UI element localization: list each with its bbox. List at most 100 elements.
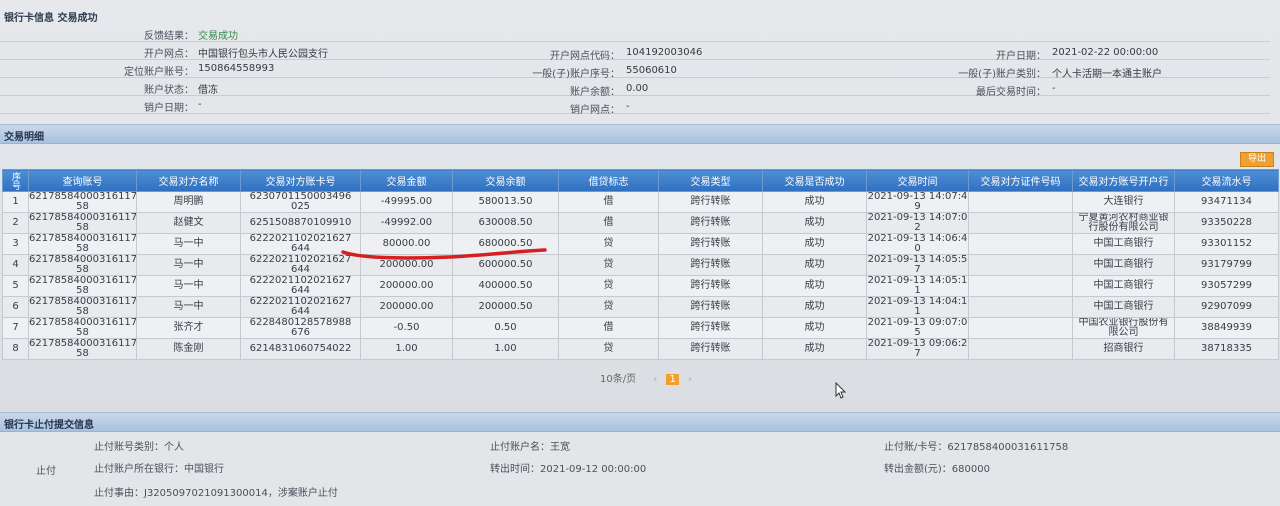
column-header: 查询账号 [28,169,137,192]
table-cell: 6228480128578988 676 [240,317,361,339]
table-cell: 2021-09-13 14:07:4 9 [866,191,969,213]
table-cell: 6230701150003496 025 [240,191,361,213]
table-cell: 成功 [762,233,867,255]
column-header: 交易对方证件号码 [968,169,1073,192]
table-cell: -49992.00 [360,212,453,234]
table-cell: 宁夏黄河农村商业银 行股份有限公司 [1072,212,1175,234]
stop-bank: 止付账户所在银行：中国银行 [94,464,224,475]
column-header: 序号 [2,169,29,192]
close-date-label: 销户日期： [144,103,194,114]
table-cell: 大连银行 [1072,191,1175,213]
stop-side-label: 止付 [36,466,56,477]
page-1-button[interactable]: 1 [666,374,679,385]
table-cell: 92907099 [1174,296,1279,318]
table-row[interactable]: 5 62178584000316117 58 马一中 6222021102021627… [2,275,1279,297]
stop-section-header: 银行卡止付提交信息 [0,412,1280,432]
table-row[interactable]: 6 62178584000316117 58 马一中 6222021102021627… [2,296,1279,318]
table-cell: 2021-09-13 14:05:5 7 [866,254,969,276]
table-cell: 贷 [558,233,659,255]
table-row[interactable]: 8 62178584000316117 58 陈金刚 6214831060754022… [2,338,1279,360]
table-cell: 中国工商银行 [1072,275,1175,297]
stop-section-title: 银行卡止付提交信息 [4,420,94,431]
feedback-label: 反馈结果： [144,31,194,42]
table-cell: 成功 [762,191,867,213]
account-label: 定位账户账号： [124,67,194,78]
page-size-select[interactable]: 10条/页 [600,374,636,385]
column-header: 交易是否成功 [762,169,867,192]
table-cell: 6251508870109910 [240,212,361,234]
page: 银行卡信息 交易成功 反馈结果： 交易成功 开户网点： 中国银行包头市人民公园支… [0,0,1280,506]
table-cell: 跨行转账 [658,317,763,339]
table-row[interactable]: 7 62178584000316117 58 张齐才 6228480128578988… [2,317,1279,339]
table-cell: 8 [2,338,29,360]
next-page-button[interactable]: › [688,374,692,385]
close-branch-value: - [626,101,630,112]
stop-reason: 止付事由：J3205097021091300014，涉案账户止付 [94,488,338,499]
table-cell: 跨行转账 [658,191,763,213]
branch-value: 中国银行包头市人民公园支行 [198,49,328,60]
table-cell: 6222021102021627 644 [240,296,361,318]
prev-page-button[interactable]: ‹ [653,374,657,385]
table-cell: 93471134 [1174,191,1279,213]
table-cell: 中国工商银行 [1072,254,1175,276]
table-cell: -0.50 [360,317,453,339]
table-cell: 赵健文 [136,212,241,234]
table-cell: 2021-09-13 14:05:1 1 [866,275,969,297]
detail-section-title: 交易明细 [4,132,44,143]
table-cell: 62178584000316117 58 [28,233,137,255]
table-cell: 马一中 [136,275,241,297]
table-cell: 200000.50 [452,296,559,318]
table-cell: 93057299 [1174,275,1279,297]
feedback-value: 交易成功 [198,31,238,42]
stop-card: 止付账/卡号：6217858400031611758 [884,442,1069,453]
last-trade-value: - [1052,83,1056,94]
stop-amount: 转出金额(元)：680000 [884,464,990,475]
column-header: 交易对方账卡号 [240,169,361,192]
table-cell: -49995.00 [360,191,453,213]
table-cell: 成功 [762,296,867,318]
table-cell: 3 [2,233,29,255]
table-cell: 中国工商银行 [1072,296,1175,318]
table-cell: 0.50 [452,317,559,339]
detail-section-header: 交易明细 [0,124,1280,144]
table-cell [968,296,1073,318]
table-cell: 62178584000316117 58 [28,338,137,360]
info-row-feedback: 反馈结果： 交易成功 [0,24,1270,42]
table-cell: 1 [2,191,29,213]
column-header: 交易流水号 [1174,169,1279,192]
stop-time: 转出时间：2021-09-12 00:00:00 [490,464,647,475]
table-row[interactable]: 2 62178584000316117 58 赵健文 6251508870109910… [2,212,1279,234]
table-cell: 成功 [762,254,867,276]
table-cell: 62178584000316117 58 [28,254,137,276]
table-cell: 400000.50 [452,275,559,297]
table-cell [968,212,1073,234]
table-cell: 陈金刚 [136,338,241,360]
table-cell: 580013.50 [452,191,559,213]
column-header: 交易类型 [658,169,763,192]
table-row[interactable]: 4 62178584000316117 58 马一中 6222021102021627… [2,254,1279,276]
table-cell: 2021-09-13 14:06:4 0 [866,233,969,255]
table-row[interactable]: 1 62178584000316117 58 周明鹏 6230701150003496… [2,191,1279,213]
status-label: 账户状态： [144,85,194,96]
table-cell: 成功 [762,275,867,297]
table-cell: 马一中 [136,254,241,276]
table-cell [968,233,1073,255]
table-cell: 贷 [558,275,659,297]
table-cell: 成功 [762,338,867,360]
table-cell: 5 [2,275,29,297]
table-cell: 借 [558,317,659,339]
table-cell: 6214831060754022 [240,338,361,360]
stop-info-panel: 止付 止付账号类别：个人 止付账户名：王宽 止付账/卡号：62178584000… [0,432,1280,506]
table-cell: 2 [2,212,29,234]
table-row[interactable]: 3 62178584000316117 58 马一中 6222021102021627… [2,233,1279,255]
table-cell: 张齐才 [136,317,241,339]
table-header-row: 序号 查询账号 交易对方名称 交易对方账卡号 交易金额 交易余额 借贷标志 交易类型 交易是否成… [2,169,1279,192]
table-cell [968,317,1073,339]
table-cell: 4 [2,254,29,276]
table-cell: 借 [558,191,659,213]
table-cell: 93179799 [1174,254,1279,276]
export-button[interactable]: 导出 [1240,152,1274,167]
table-cell: 630008.50 [452,212,559,234]
table-cell: 贷 [558,296,659,318]
table-cell: 中国农业银行股份有 限公司 [1072,317,1175,339]
